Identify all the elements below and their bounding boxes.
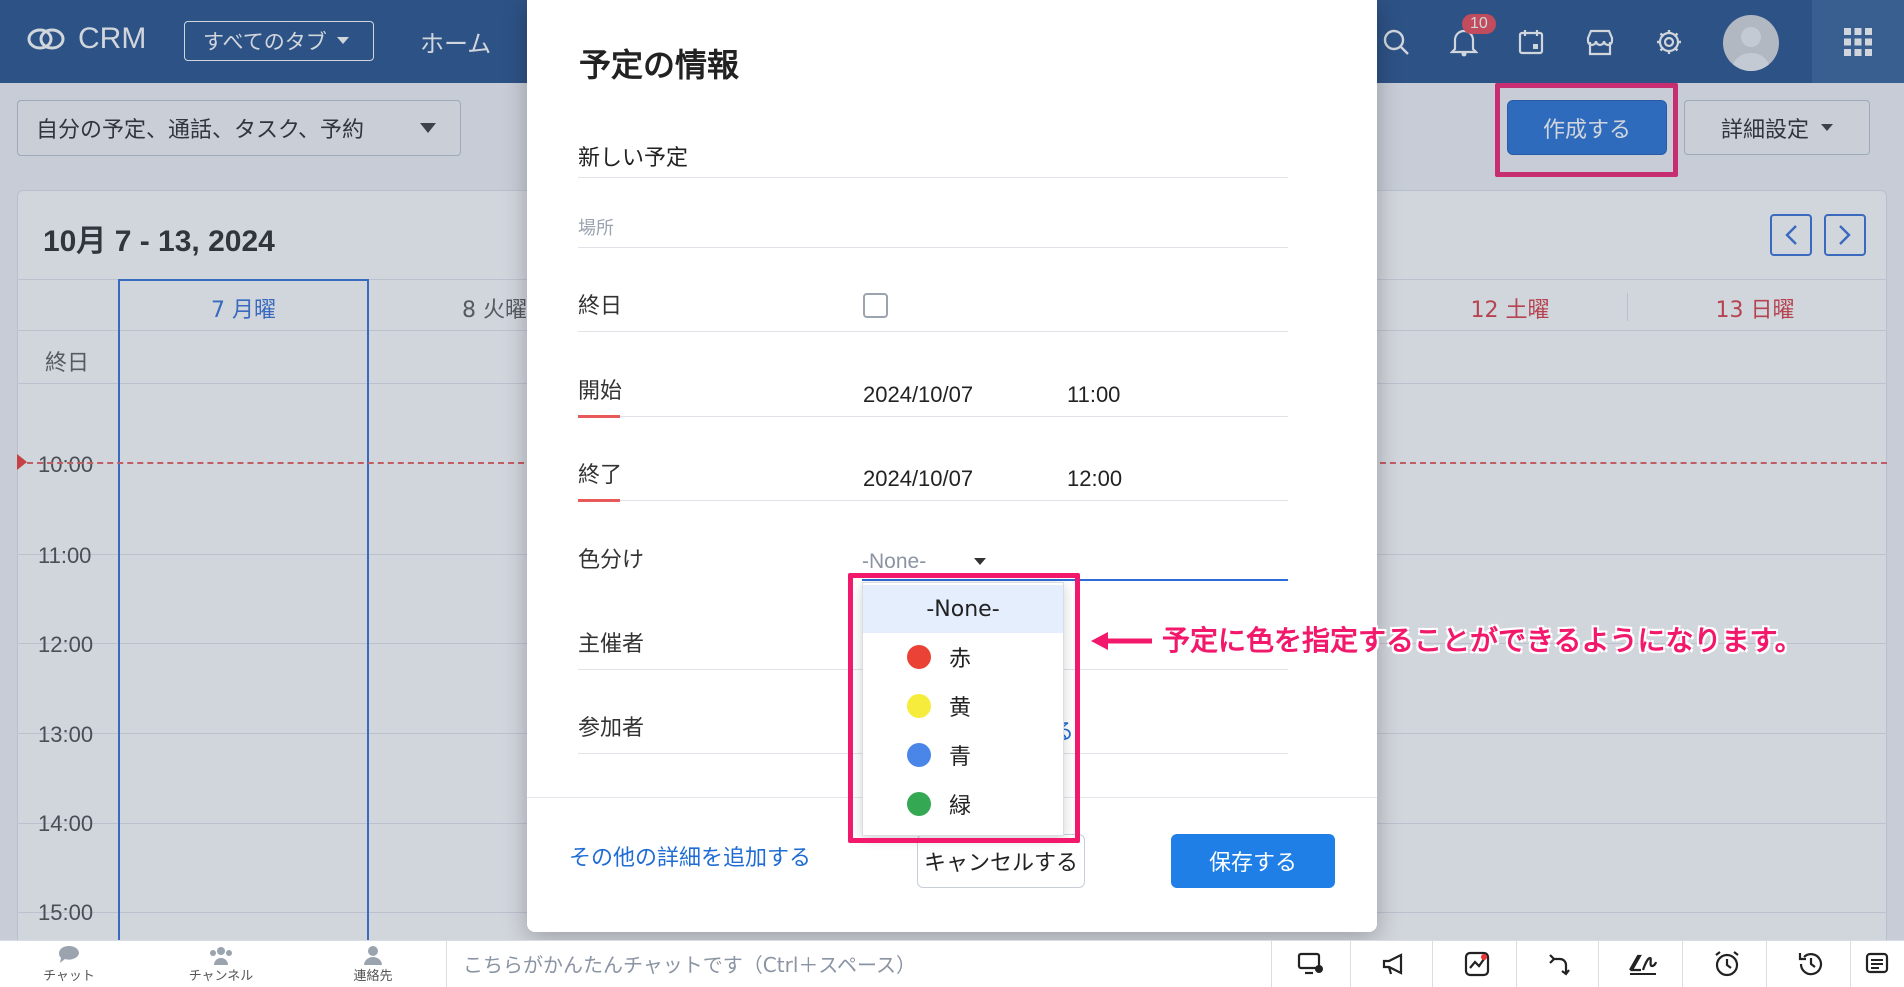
location-field[interactable]: 場所 [578, 200, 1288, 248]
host-label: 主催者 [578, 632, 645, 657]
start-label: 開始 [578, 379, 623, 404]
channel-label: チャンネル [188, 969, 254, 984]
workflow-icon[interactable] [1542, 948, 1576, 980]
event-title-field[interactable]: 新しい予定 [578, 130, 1288, 178]
divider [1850, 940, 1851, 987]
alarm-clock-icon[interactable] [1710, 948, 1744, 980]
required-marker [578, 499, 620, 502]
contacts-tab[interactable]: 連絡先 [328, 945, 418, 984]
modal-title: 予定の情報 [579, 46, 740, 84]
end-row: 終了 2024/10/07 12:00 [578, 449, 1288, 501]
chat-tab[interactable]: チャット [24, 945, 114, 984]
crm-app: CRM すべてのタブ ホーム 10 自分の予定、通話、タスク、予約 作成する 詳… [0, 0, 1904, 987]
start-date-input[interactable]: 2024/10/07 [863, 382, 973, 408]
divider [1682, 940, 1683, 987]
color-select-value: -None- [862, 550, 927, 573]
activity-chart-icon[interactable] [1460, 948, 1494, 980]
all-day-checkbox[interactable] [863, 293, 888, 318]
end-label: 終了 [578, 463, 623, 488]
group-icon [210, 947, 232, 965]
location-placeholder: 場所 [578, 218, 614, 238]
chat-label: チャット [43, 969, 95, 984]
divider [1598, 940, 1599, 987]
participants-label: 参加者 [578, 716, 645, 741]
all-day-label: 終日 [578, 294, 623, 319]
chat-bubble-icon [58, 946, 79, 963]
add-more-details-link[interactable]: その他の詳細を追加する [569, 840, 811, 872]
caret-down-icon [974, 558, 986, 565]
megaphone-icon[interactable] [1378, 948, 1412, 980]
color-label: 色分け [578, 548, 645, 573]
person-icon [364, 946, 382, 965]
save-button[interactable]: 保存する [1171, 834, 1335, 888]
divider [1432, 940, 1433, 987]
chat-input[interactable]: こちらがかんたんチャットです（Ctrl＋スペース） [446, 940, 1272, 987]
channel-tab[interactable]: チャンネル [176, 945, 266, 984]
screen-share-icon[interactable] [1294, 948, 1328, 980]
signature-icon[interactable] [1626, 948, 1660, 980]
all-day-row: 終日 [578, 280, 1288, 332]
start-time-input[interactable]: 11:00 [1067, 382, 1120, 408]
highlight-box-color-list [848, 573, 1080, 843]
required-marker [578, 415, 620, 418]
history-icon[interactable] [1794, 948, 1828, 980]
message-list-icon[interactable] [1860, 948, 1894, 980]
divider [1350, 940, 1351, 987]
end-date-input[interactable]: 2024/10/07 [863, 466, 973, 492]
divider [1516, 940, 1517, 987]
event-title-value: 新しい予定 [578, 145, 689, 170]
start-row: 開始 2024/10/07 11:00 [578, 365, 1288, 417]
end-time-input[interactable]: 12:00 [1067, 466, 1122, 492]
annotation-arrow-icon [1088, 630, 1152, 652]
annotation-text: 予定に色を指定することができるようになります。 [1162, 624, 1803, 657]
divider [1766, 940, 1767, 987]
contacts-label: 連絡先 [353, 969, 393, 984]
